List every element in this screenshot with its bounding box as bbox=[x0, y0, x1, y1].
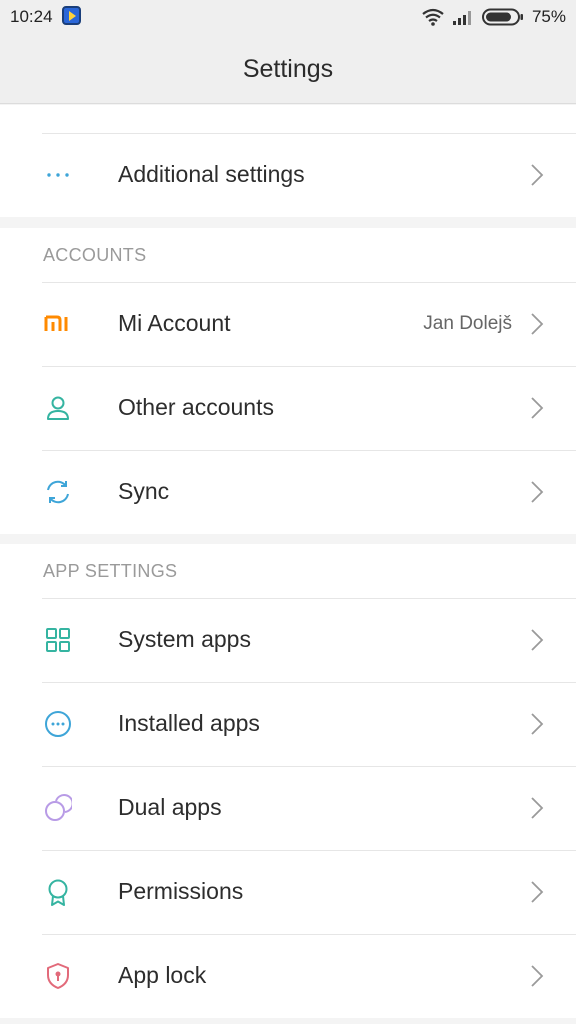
mi-logo-icon bbox=[44, 315, 68, 331]
mi-account-name: Jan Dolejš bbox=[423, 313, 512, 334]
chevron-right-icon bbox=[531, 164, 544, 186]
chevron-right-icon bbox=[531, 797, 544, 819]
row-label: Installed apps bbox=[118, 710, 260, 736]
chevron-right-icon bbox=[531, 881, 544, 903]
dual-circles-icon bbox=[45, 794, 72, 821]
row-label: System apps bbox=[118, 626, 251, 652]
accounts-section: ACCOUNTS Mi Account Jan Dolejš Other acc… bbox=[0, 228, 576, 534]
row-label: Other accounts bbox=[118, 394, 274, 420]
list-item-sync[interactable]: Sync bbox=[0, 450, 576, 534]
list-item-system-apps[interactable]: System apps bbox=[0, 598, 576, 682]
sync-icon bbox=[47, 480, 69, 504]
chevron-right-icon bbox=[531, 629, 544, 651]
status-time: 10:24 bbox=[10, 7, 53, 26]
row-label: App lock bbox=[118, 962, 207, 988]
chevron-right-icon bbox=[531, 713, 544, 735]
dots-circle-icon bbox=[45, 711, 71, 737]
list-item-app-lock[interactable]: App lock bbox=[0, 934, 576, 1018]
section-header-app-settings: APP SETTINGS bbox=[43, 561, 178, 581]
grid-icon bbox=[46, 628, 70, 652]
chevron-right-icon bbox=[531, 313, 544, 335]
row-label: Permissions bbox=[118, 878, 244, 904]
chevron-right-icon bbox=[531, 481, 544, 503]
status-icons: 75% bbox=[422, 6, 566, 28]
top-settings-group: Additional settings bbox=[0, 105, 576, 217]
app-settings-section: APP SETTINGS System apps Installed apps … bbox=[0, 544, 576, 1018]
list-item-additional-settings[interactable]: Additional settings bbox=[0, 133, 576, 217]
person-icon bbox=[47, 396, 69, 420]
more-dots-icon bbox=[47, 173, 69, 177]
shield-lock-icon bbox=[47, 963, 69, 989]
title-bar: Settings bbox=[0, 34, 576, 104]
signal-icon bbox=[452, 11, 471, 25]
status-bar: 10:24 75% bbox=[0, 0, 576, 34]
partial-list-item[interactable] bbox=[0, 105, 576, 133]
app-notification-icon bbox=[62, 6, 81, 25]
badge-icon bbox=[48, 879, 68, 906]
list-item-installed-apps[interactable]: Installed apps bbox=[0, 682, 576, 766]
list-item-other-accounts[interactable]: Other accounts bbox=[0, 366, 576, 450]
battery-icon bbox=[481, 8, 523, 26]
chevron-right-icon bbox=[531, 397, 544, 419]
wifi-icon bbox=[422, 8, 444, 26]
battery-percentage: 75% bbox=[531, 7, 566, 26]
row-label: Additional settings bbox=[118, 161, 305, 187]
section-header-accounts: ACCOUNTS bbox=[43, 245, 147, 265]
row-label: Mi Account bbox=[118, 310, 231, 336]
row-label: Dual apps bbox=[118, 794, 222, 820]
chevron-right-icon bbox=[531, 965, 544, 987]
page-title: Settings bbox=[242, 55, 334, 83]
list-item-mi-account[interactable]: Mi Account Jan Dolejš bbox=[0, 282, 576, 366]
row-label: Sync bbox=[118, 478, 170, 504]
list-item-permissions[interactable]: Permissions bbox=[0, 850, 576, 934]
list-item-dual-apps[interactable]: Dual apps bbox=[0, 766, 576, 850]
